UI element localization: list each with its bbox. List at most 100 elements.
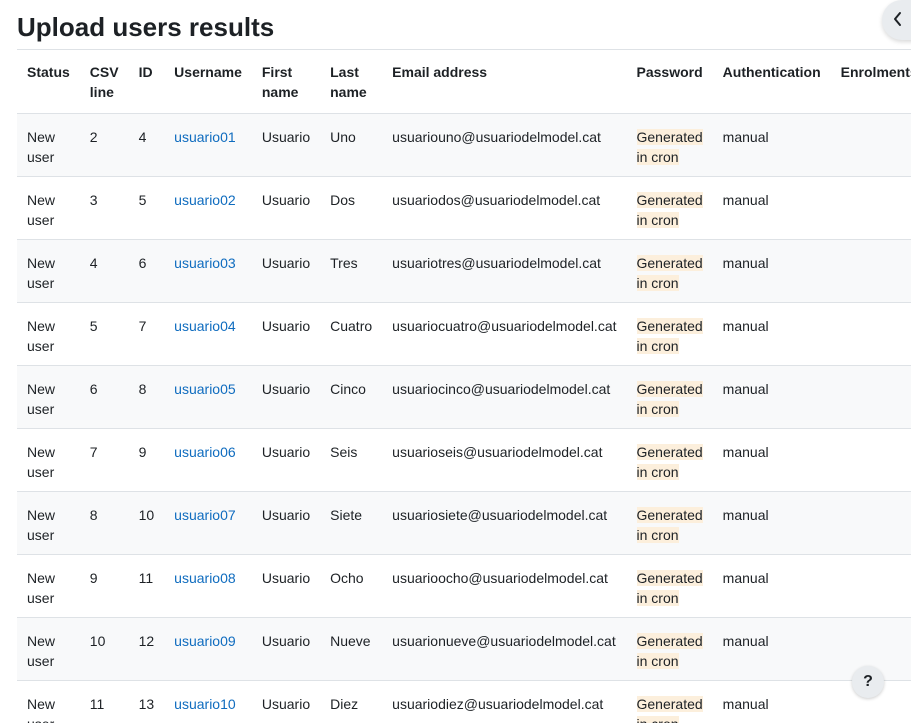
cell-username: usuario03 (164, 239, 252, 303)
table-row: New user 4 6 usuario03 Usuario Tres usuariotre… (17, 239, 911, 303)
results-table-container: Status CSV line ID Username First name L… (17, 49, 911, 723)
password-status-highlight: Generated in cron (636, 192, 703, 228)
cell-status: New user (17, 365, 80, 429)
header-csv-line: CSV line (79, 49, 129, 114)
cell-csv-line: 10 (79, 617, 129, 681)
cell-csv-line: 6 (79, 365, 129, 429)
cell-username: usuario08 (164, 554, 252, 618)
cell-email: usuarioseis@usuariodelmodel.cat (382, 428, 627, 492)
password-status-highlight: Generated in cron (636, 444, 703, 480)
cell-authentication: manual (712, 239, 831, 303)
cell-username: usuario10 (164, 680, 252, 723)
cell-password: Generated in cron (626, 176, 713, 240)
cell-email: usuariosiete@usuariodelmodel.cat (382, 491, 627, 555)
cell-first-name: Usuario (251, 113, 321, 177)
table-header-row: Status CSV line ID Username First name L… (17, 49, 911, 114)
username-link[interactable]: usuario09 (174, 633, 236, 649)
cell-last-name: Tres (320, 239, 383, 303)
help-button[interactable]: ? (852, 666, 884, 698)
cell-status: New user (17, 554, 80, 618)
cell-authentication: manual (712, 365, 831, 429)
cell-authentication: manual (712, 176, 831, 240)
username-link[interactable]: usuario05 (174, 381, 236, 397)
cell-csv-line: 8 (79, 491, 129, 555)
header-password: Password (626, 49, 713, 114)
table-row: New user 6 8 usuario05 Usuario Cinco usuarioci… (17, 365, 911, 429)
cell-email: usuariocuatro@usuariodelmodel.cat (382, 302, 627, 366)
cell-last-name: Nueve (320, 617, 383, 681)
cell-last-name: Diez (320, 680, 383, 723)
cell-username: usuario04 (164, 302, 252, 366)
header-id: ID (128, 49, 165, 114)
cell-email: usuarioocho@usuariodelmodel.cat (382, 554, 627, 618)
cell-last-name: Seis (320, 428, 383, 492)
table-row: New user 9 11 usuario08 Usuario Ocho usuariooc… (17, 554, 911, 618)
cell-username: usuario01 (164, 113, 252, 177)
cell-email: usuarionueve@usuariodelmodel.cat (382, 617, 627, 681)
cell-status: New user (17, 680, 80, 723)
cell-password: Generated in cron (626, 554, 713, 618)
username-link[interactable]: usuario03 (174, 255, 236, 271)
username-link[interactable]: usuario01 (174, 129, 236, 145)
table-row: New user 3 5 usuario02 Usuario Dos usuariodos@… (17, 176, 911, 240)
username-link[interactable]: usuario07 (174, 507, 236, 523)
cell-username: usuario06 (164, 428, 252, 492)
cell-first-name: Usuario (251, 554, 321, 618)
header-last-name: Last name (320, 49, 383, 114)
cell-enrolments (830, 239, 911, 303)
password-status-highlight: Generated in cron (636, 255, 703, 291)
username-link[interactable]: usuario04 (174, 318, 236, 334)
cell-first-name: Usuario (251, 365, 321, 429)
cell-username: usuario05 (164, 365, 252, 429)
chevron-left-icon (894, 12, 901, 26)
cell-status: New user (17, 617, 80, 681)
cell-id: 13 (128, 680, 165, 723)
username-link[interactable]: usuario06 (174, 444, 236, 460)
cell-last-name: Ocho (320, 554, 383, 618)
username-link[interactable]: usuario08 (174, 570, 236, 586)
cell-authentication: manual (712, 113, 831, 177)
username-link[interactable]: usuario02 (174, 192, 236, 208)
cell-enrolments (830, 365, 911, 429)
table-row: New user 2 4 usuario01 Usuario Uno usuariouno@… (17, 113, 911, 177)
cell-id: 4 (128, 113, 165, 177)
cell-last-name: Uno (320, 113, 383, 177)
cell-email: usuariocinco@usuariodelmodel.cat (382, 365, 627, 429)
cell-email: usuariotres@usuariodelmodel.cat (382, 239, 627, 303)
password-status-highlight: Generated in cron (636, 381, 703, 417)
cell-id: 8 (128, 365, 165, 429)
password-status-highlight: Generated in cron (636, 633, 703, 669)
username-link[interactable]: usuario10 (174, 696, 236, 712)
cell-password: Generated in cron (626, 491, 713, 555)
cell-enrolments (830, 554, 911, 618)
table-row: New user 5 7 usuario04 Usuario Cuatro usuarioc… (17, 302, 911, 366)
cell-status: New user (17, 302, 80, 366)
cell-enrolments (830, 113, 911, 177)
cell-enrolments (830, 302, 911, 366)
table-row: New user 8 10 usuario07 Usuario Siete usuarios… (17, 491, 911, 555)
cell-last-name: Cinco (320, 365, 383, 429)
cell-status: New user (17, 491, 80, 555)
table-row: New user 10 12 usuario09 Usuario Nueve usuario… (17, 617, 911, 681)
cell-csv-line: 11 (79, 680, 129, 723)
cell-status: New user (17, 239, 80, 303)
cell-password: Generated in cron (626, 302, 713, 366)
table-body: New user 2 4 usuario01 Usuario Uno usuariouno@… (17, 113, 911, 723)
cell-status: New user (17, 113, 80, 177)
cell-authentication: manual (712, 302, 831, 366)
cell-enrolments (830, 491, 911, 555)
table-row: New user 7 9 usuario06 Usuario Seis usuariosei… (17, 428, 911, 492)
cell-csv-line: 3 (79, 176, 129, 240)
results-table: Status CSV line ID Username First name L… (17, 49, 911, 723)
cell-csv-line: 9 (79, 554, 129, 618)
cell-password: Generated in cron (626, 617, 713, 681)
header-email: Email address (382, 49, 627, 114)
drawer-toggle-button[interactable] (882, 0, 911, 40)
cell-password: Generated in cron (626, 680, 713, 723)
cell-last-name: Siete (320, 491, 383, 555)
cell-csv-line: 2 (79, 113, 129, 177)
cell-username: usuario09 (164, 617, 252, 681)
cell-enrolments (830, 428, 911, 492)
cell-email: usuariodos@usuariodelmodel.cat (382, 176, 627, 240)
cell-username: usuario07 (164, 491, 252, 555)
